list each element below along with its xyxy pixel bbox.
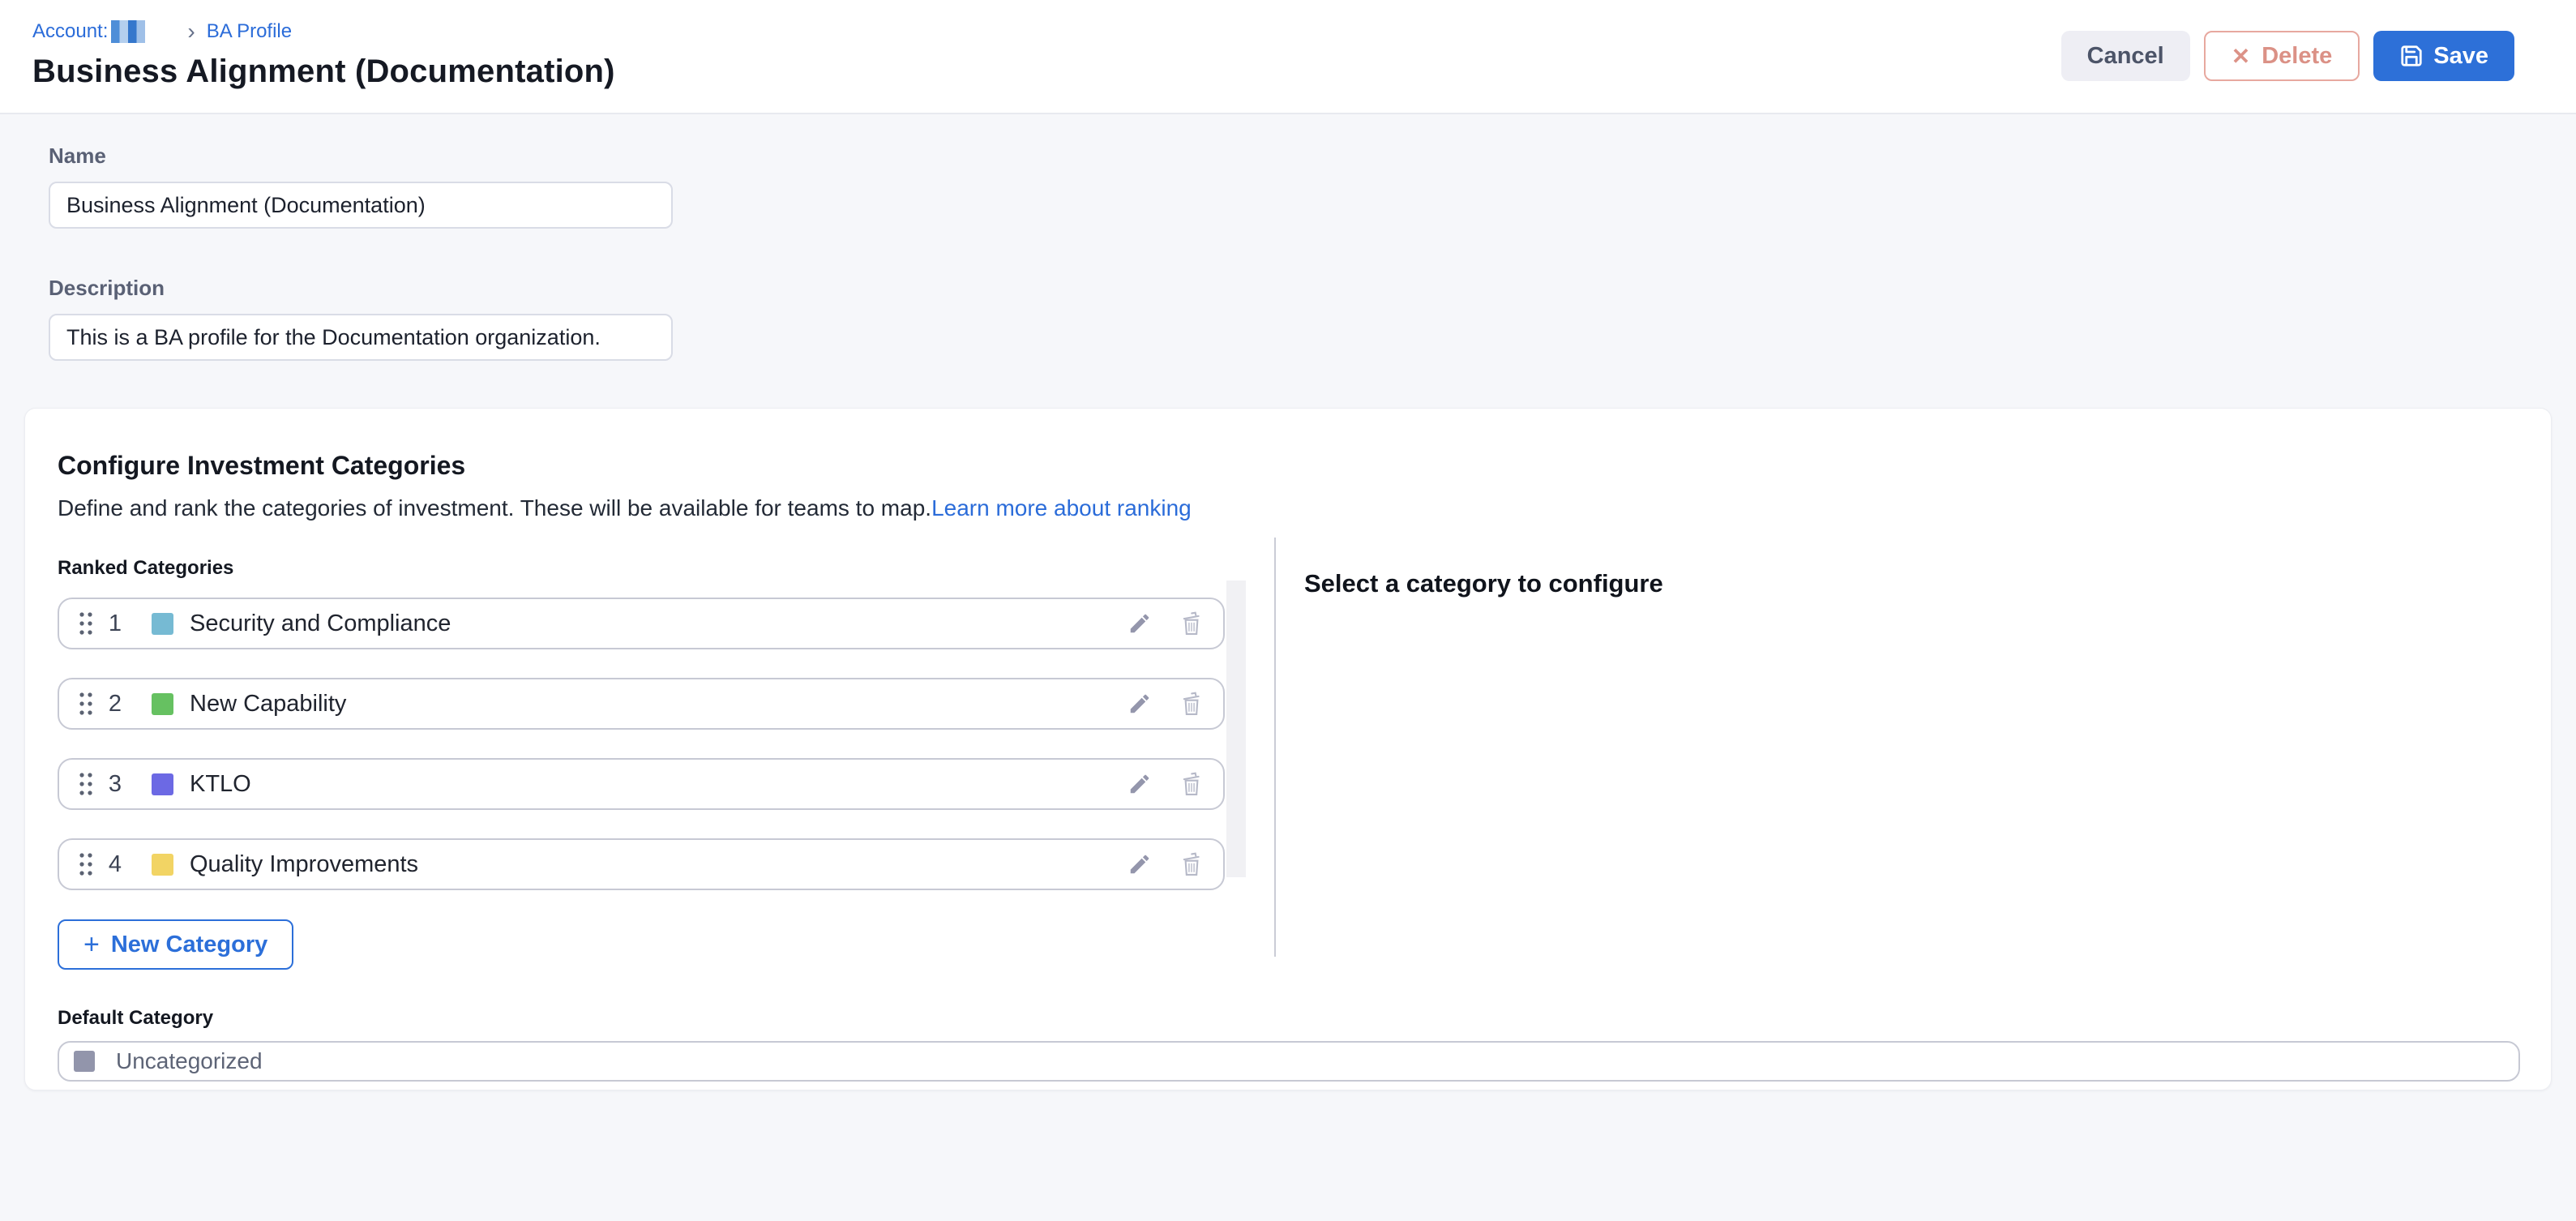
delete-button-label: Delete (2261, 43, 2332, 70)
new-category-button[interactable]: + New Category (58, 919, 293, 970)
category-color-swatch (152, 773, 173, 795)
edit-category-button[interactable] (1126, 850, 1153, 878)
default-category-row[interactable]: Uncategorized (58, 1041, 2520, 1082)
categories-scrollbar[interactable] (1226, 581, 1246, 877)
category-row-quality-improvements[interactable]: 4 Quality Improvements (58, 838, 1225, 890)
category-name: New Capability (190, 691, 346, 718)
category-rank: 1 (96, 610, 134, 637)
default-category-color-swatch (74, 1051, 95, 1072)
edit-category-button[interactable] (1126, 690, 1153, 718)
breadcrumb-ba-profile-link[interactable]: BA Profile (207, 20, 292, 43)
drag-handle-icon[interactable] (77, 769, 96, 799)
drag-handle-icon[interactable] (77, 688, 96, 719)
categories-section-subtitle: Define and rank the categories of invest… (58, 495, 2518, 521)
category-name: Security and Compliance (190, 610, 451, 637)
subtitle-text: Define and rank the categories of invest… (58, 495, 931, 521)
learn-more-ranking-link[interactable]: Learn more about ranking (931, 495, 1192, 521)
category-row-ktlo[interactable]: 3 KTLO (58, 758, 1225, 810)
ranked-categories-list: 1 Security and Compliance 2 (58, 598, 1225, 890)
delete-category-button[interactable] (1178, 690, 1205, 718)
breadcrumb-chevron-icon: › (187, 20, 195, 43)
edit-category-button[interactable] (1126, 610, 1153, 637)
category-rank: 4 (96, 851, 134, 878)
category-name: Quality Improvements (190, 851, 418, 878)
redacted-account-name (111, 20, 145, 43)
category-color-swatch (152, 613, 173, 635)
category-rank: 2 (96, 691, 134, 718)
edit-category-button[interactable] (1126, 770, 1153, 798)
drag-handle-icon[interactable] (77, 849, 96, 880)
save-button[interactable]: Save (2373, 31, 2514, 81)
delete-x-icon: ✕ (2232, 43, 2250, 70)
profile-form: Name Description (0, 114, 2576, 361)
default-category-label: Default Category (58, 1007, 2518, 1030)
category-color-swatch (152, 854, 173, 876)
breadcrumb-account-link[interactable]: Account: (32, 20, 108, 43)
category-config-empty-state: Select a category to configure (1304, 569, 1663, 598)
name-label: Name (49, 144, 2576, 169)
delete-category-button[interactable] (1178, 770, 1205, 798)
categories-section-title: Configure Investment Categories (58, 451, 2518, 481)
panel-divider (1274, 538, 1276, 957)
header-actions: Cancel ✕ Delete Save (2061, 31, 2514, 81)
default-category-name: Uncategorized (116, 1048, 263, 1074)
category-rank: 3 (96, 771, 134, 798)
delete-category-button[interactable] (1178, 850, 1205, 878)
cancel-button[interactable]: Cancel (2061, 31, 2190, 81)
category-color-swatch (152, 693, 173, 715)
delete-category-button[interactable] (1178, 610, 1205, 637)
name-field-group: Name (49, 144, 2576, 229)
main-content: Name Description Configure Investment Ca… (0, 114, 2576, 1090)
save-floppy-icon (2399, 44, 2424, 68)
ranked-categories-label: Ranked Categories (58, 557, 2518, 580)
page-header: Account: › BA Profile Business Alignment… (0, 0, 2576, 114)
description-field-group: Description (49, 276, 2576, 361)
category-row-security-and-compliance[interactable]: 1 Security and Compliance (58, 598, 1225, 649)
drag-handle-icon[interactable] (77, 608, 96, 639)
description-label: Description (49, 276, 2576, 301)
save-button-label: Save (2433, 43, 2488, 70)
configure-categories-card: Configure Investment Categories Define a… (24, 408, 2552, 1090)
category-name: KTLO (190, 771, 251, 798)
new-category-label: New Category (111, 932, 267, 958)
name-input[interactable] (49, 182, 673, 229)
plus-icon: + (83, 932, 100, 957)
category-row-new-capability[interactable]: 2 New Capability (58, 678, 1225, 730)
description-input[interactable] (49, 314, 673, 361)
delete-button[interactable]: ✕ Delete (2204, 31, 2360, 81)
